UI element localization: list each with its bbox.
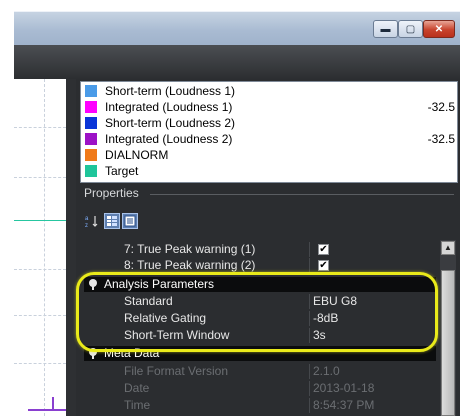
column-divider: [309, 398, 310, 413]
color-swatch: [85, 101, 97, 113]
column-divider: [309, 364, 310, 379]
categorized-button[interactable]: [104, 213, 120, 229]
true-peak-2-checkbox[interactable]: ✔: [318, 260, 329, 271]
close-icon: ✕: [434, 23, 444, 35]
property-pages-button[interactable]: [122, 213, 138, 229]
sort-alphabetical-button[interactable]: a z: [84, 213, 100, 229]
column-divider: [309, 242, 310, 257]
grid-line: [44, 79, 45, 416]
highlight-annotation: [76, 272, 438, 352]
legend-item[interactable]: Short-term (Loudness 1): [85, 84, 455, 98]
maximize-icon: ▢: [405, 23, 416, 35]
property-name: 8: True Peak warning (2): [124, 258, 256, 272]
legend-label: Integrated (Loudness 2): [105, 132, 233, 146]
column-divider: [309, 381, 310, 396]
legend-label: Integrated (Loudness 1): [105, 100, 233, 114]
legend-label: Short-term (Loudness 1): [105, 84, 236, 98]
property-name: Date: [124, 381, 150, 395]
property-value: 8:54:37 PM: [313, 398, 375, 412]
pin-icon: [92, 354, 94, 359]
grid-line: [14, 177, 66, 178]
legend-label: Short-term (Loudness 2): [105, 116, 236, 130]
categorized-icon: [107, 216, 117, 226]
grid-line: [14, 363, 66, 364]
legend-label: Target: [105, 164, 139, 178]
property-row-time[interactable]: Time 8:54:37 PM: [84, 398, 436, 413]
properties-title: Properties: [84, 186, 139, 200]
legend-value: -32.5: [427, 132, 455, 146]
toolbar-strip: [14, 45, 460, 79]
grid-line: [14, 269, 66, 270]
loudness-plot-area[interactable]: [14, 79, 67, 416]
legend-list: Short-term (Loudness 1) Integrated (Loud…: [80, 81, 458, 183]
property-name: 7: True Peak warning (1): [124, 242, 256, 256]
property-row[interactable]: 7: True Peak warning (1) ✔: [84, 242, 436, 257]
target-trace: [14, 220, 66, 221]
sort-az-icon: a z: [85, 216, 98, 228]
property-name: File Format Version: [124, 364, 229, 378]
vertical-scrollbar[interactable]: ▲: [440, 240, 456, 416]
minimize-button[interactable]: ▬: [373, 20, 398, 38]
color-swatch: [85, 165, 97, 177]
svg-text:a: a: [85, 216, 89, 222]
property-row[interactable]: 8: True Peak warning (2) ✔: [84, 258, 436, 273]
close-button[interactable]: ✕: [423, 20, 455, 38]
column-divider: [309, 258, 310, 273]
legend-item[interactable]: DIALNORM: [85, 148, 455, 162]
scrollbar-thumb[interactable]: [441, 270, 455, 416]
property-pages-icon: [124, 215, 136, 227]
property-row-file-format-version[interactable]: File Format Version 2.1.0: [84, 364, 436, 379]
property-value: 2013-01-18: [313, 381, 375, 395]
property-value: 2.1.0: [313, 364, 340, 378]
legend-item[interactable]: Short-term (Loudness 2): [85, 116, 455, 130]
grid-line: [14, 315, 66, 316]
color-swatch: [85, 133, 97, 145]
property-name: Time: [124, 398, 151, 412]
legend-item[interactable]: Target: [85, 164, 455, 178]
panel-splitter[interactable]: [66, 79, 76, 416]
color-swatch: [85, 149, 97, 161]
color-swatch: [85, 85, 97, 97]
legend-label: DIALNORM: [105, 148, 169, 162]
maximize-button[interactable]: ▢: [398, 20, 423, 38]
properties-divider: [150, 194, 454, 195]
legend-value: -32.5: [427, 100, 455, 114]
svg-text:z: z: [85, 223, 88, 228]
property-row-date[interactable]: Date 2013-01-18: [84, 381, 436, 396]
loudness-trace: [28, 409, 66, 411]
color-swatch: [85, 117, 97, 129]
minimize-icon: ▬: [380, 23, 391, 35]
true-peak-1-checkbox[interactable]: ✔: [318, 244, 329, 255]
legend-item[interactable]: Integrated (Loudness 2) -32.5: [85, 132, 455, 146]
grid-line: [14, 127, 66, 128]
legend-item[interactable]: Integrated (Loudness 1) -32.5: [85, 100, 455, 114]
scroll-up-button[interactable]: ▲: [441, 241, 455, 255]
arrow-up-icon: ▲: [444, 243, 452, 252]
